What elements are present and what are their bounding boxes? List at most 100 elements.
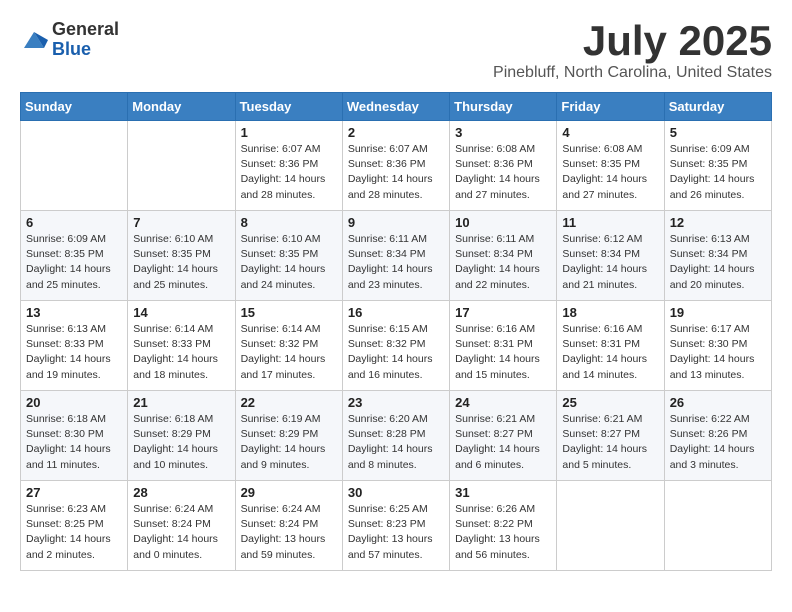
calendar-cell: 24Sunrise: 6:21 AM Sunset: 8:27 PM Dayli… <box>450 391 557 481</box>
calendar-cell: 9Sunrise: 6:11 AM Sunset: 8:34 PM Daylig… <box>342 211 449 301</box>
day-info: Sunrise: 6:11 AM Sunset: 8:34 PM Dayligh… <box>348 232 444 293</box>
day-info: Sunrise: 6:17 AM Sunset: 8:30 PM Dayligh… <box>670 322 766 383</box>
calendar-cell: 15 Sunrise: 6:14 AM Sunset: 8:32 PM Dayli… <box>235 301 342 391</box>
day-number: 3 <box>455 125 551 140</box>
calendar-cell: 25Sunrise: 6:21 AM Sunset: 8:27 PM Dayli… <box>557 391 664 481</box>
day-number: 28 <box>133 485 229 500</box>
calendar-cell: 12 Sunrise: 6:13 AM Sunset: 8:34 PM Dayli… <box>664 211 771 301</box>
day-number: 23 <box>348 395 444 410</box>
day-info: Sunrise: 6:14 AM Sunset: 8:33 PM Dayligh… <box>133 322 229 383</box>
logo: General Blue <box>20 20 119 60</box>
day-number: 1 <box>241 125 337 140</box>
day-info: Sunrise: 6:14 AM Sunset: 8:32 PM Dayligh… <box>241 322 337 383</box>
day-info: Sunrise: 6:16 AM Sunset: 8:31 PM Dayligh… <box>562 322 658 383</box>
title-block: July 2025 Pinebluff, North Carolina, Uni… <box>493 20 772 82</box>
day-number: 15 <box>241 305 337 320</box>
calendar-cell: 20 Sunrise: 6:18 AM Sunset: 8:30 PM Dayli… <box>21 391 128 481</box>
calendar-cell: 21 Sunrise: 6:18 AM Sunset: 8:29 PM Dayli… <box>128 391 235 481</box>
calendar-title: July 2025 <box>493 20 772 62</box>
day-header-tuesday: Tuesday <box>235 93 342 121</box>
logo-icon <box>20 26 48 54</box>
day-number: 21 <box>133 395 229 410</box>
day-number: 25 <box>562 395 658 410</box>
day-info: Sunrise: 6:11 AM Sunset: 8:34 PM Dayligh… <box>455 232 551 293</box>
calendar-cell: 14Sunrise: 6:14 AM Sunset: 8:33 PM Dayli… <box>128 301 235 391</box>
calendar-cell <box>557 481 664 571</box>
calendar-cell <box>21 121 128 211</box>
day-info: Sunrise: 6:07 AM Sunset: 8:36 PM Dayligh… <box>241 142 337 203</box>
day-info: Sunrise: 6:18 AM Sunset: 8:30 PM Dayligh… <box>26 412 122 473</box>
day-number: 7 <box>133 215 229 230</box>
day-header-sunday: Sunday <box>21 93 128 121</box>
calendar-cell: 13 Sunrise: 6:13 AM Sunset: 8:33 PM Dayli… <box>21 301 128 391</box>
day-number: 8 <box>241 215 337 230</box>
day-number: 6 <box>26 215 122 230</box>
day-header-friday: Friday <box>557 93 664 121</box>
day-number: 11 <box>562 215 658 230</box>
day-info: Sunrise: 6:24 AM Sunset: 8:24 PM Dayligh… <box>133 502 229 563</box>
calendar-cell: 3Sunrise: 6:08 AM Sunset: 8:36 PM Daylig… <box>450 121 557 211</box>
day-info: Sunrise: 6:09 AM Sunset: 8:35 PM Dayligh… <box>26 232 122 293</box>
day-info: Sunrise: 6:24 AM Sunset: 8:24 PM Dayligh… <box>241 502 337 563</box>
day-info: Sunrise: 6:16 AM Sunset: 8:31 PM Dayligh… <box>455 322 551 383</box>
day-number: 27 <box>26 485 122 500</box>
calendar-cell: 1 Sunrise: 6:07 AM Sunset: 8:36 PM Daylig… <box>235 121 342 211</box>
day-number: 22 <box>241 395 337 410</box>
day-number: 18 <box>562 305 658 320</box>
day-info: Sunrise: 6:10 AM Sunset: 8:35 PM Dayligh… <box>133 232 229 293</box>
day-number: 30 <box>348 485 444 500</box>
day-number: 31 <box>455 485 551 500</box>
calendar-week-row: 20 Sunrise: 6:18 AM Sunset: 8:30 PM Dayli… <box>21 391 772 481</box>
day-info: Sunrise: 6:25 AM Sunset: 8:23 PM Dayligh… <box>348 502 444 563</box>
calendar-cell: 2 Sunrise: 6:07 AM Sunset: 8:36 PM Daylig… <box>342 121 449 211</box>
day-info: Sunrise: 6:10 AM Sunset: 8:35 PM Dayligh… <box>241 232 337 293</box>
logo-general: General <box>52 20 119 40</box>
calendar-cell: 5 Sunrise: 6:09 AM Sunset: 8:35 PM Daylig… <box>664 121 771 211</box>
calendar-cell: 26 Sunrise: 6:22 AM Sunset: 8:26 PM Dayli… <box>664 391 771 481</box>
calendar-week-row: 27 Sunrise: 6:23 AM Sunset: 8:25 PM Dayli… <box>21 481 772 571</box>
calendar-table: SundayMondayTuesdayWednesdayThursdayFrid… <box>20 92 772 571</box>
calendar-cell: 18 Sunrise: 6:16 AM Sunset: 8:31 PM Dayli… <box>557 301 664 391</box>
calendar-cell: 17 Sunrise: 6:16 AM Sunset: 8:31 PM Dayli… <box>450 301 557 391</box>
calendar-cell: 22 Sunrise: 6:19 AM Sunset: 8:29 PM Dayli… <box>235 391 342 481</box>
day-header-wednesday: Wednesday <box>342 93 449 121</box>
day-info: Sunrise: 6:21 AM Sunset: 8:27 PM Dayligh… <box>455 412 551 473</box>
day-number: 13 <box>26 305 122 320</box>
day-info: Sunrise: 6:22 AM Sunset: 8:26 PM Dayligh… <box>670 412 766 473</box>
calendar-subtitle: Pinebluff, North Carolina, United States <box>493 64 772 82</box>
day-info: Sunrise: 6:13 AM Sunset: 8:33 PM Dayligh… <box>26 322 122 383</box>
day-number: 12 <box>670 215 766 230</box>
calendar-cell: 27 Sunrise: 6:23 AM Sunset: 8:25 PM Dayli… <box>21 481 128 571</box>
day-info: Sunrise: 6:19 AM Sunset: 8:29 PM Dayligh… <box>241 412 337 473</box>
day-header-saturday: Saturday <box>664 93 771 121</box>
day-info: Sunrise: 6:13 AM Sunset: 8:34 PM Dayligh… <box>670 232 766 293</box>
day-header-monday: Monday <box>128 93 235 121</box>
day-header-thursday: Thursday <box>450 93 557 121</box>
day-info: Sunrise: 6:20 AM Sunset: 8:28 PM Dayligh… <box>348 412 444 473</box>
calendar-cell: 28 Sunrise: 6:24 AM Sunset: 8:24 PM Dayli… <box>128 481 235 571</box>
day-number: 2 <box>348 125 444 140</box>
day-number: 17 <box>455 305 551 320</box>
page-header: General Blue July 2025 Pinebluff, North … <box>20 20 772 82</box>
logo-text: General Blue <box>52 20 119 60</box>
calendar-cell: 10Sunrise: 6:11 AM Sunset: 8:34 PM Dayli… <box>450 211 557 301</box>
day-info: Sunrise: 6:09 AM Sunset: 8:35 PM Dayligh… <box>670 142 766 203</box>
day-number: 20 <box>26 395 122 410</box>
day-info: Sunrise: 6:08 AM Sunset: 8:35 PM Dayligh… <box>562 142 658 203</box>
day-info: Sunrise: 6:23 AM Sunset: 8:25 PM Dayligh… <box>26 502 122 563</box>
day-info: Sunrise: 6:18 AM Sunset: 8:29 PM Dayligh… <box>133 412 229 473</box>
day-number: 5 <box>670 125 766 140</box>
day-info: Sunrise: 6:26 AM Sunset: 8:22 PM Dayligh… <box>455 502 551 563</box>
calendar-cell: 4Sunrise: 6:08 AM Sunset: 8:35 PM Daylig… <box>557 121 664 211</box>
day-number: 19 <box>670 305 766 320</box>
calendar-cell: 31 Sunrise: 6:26 AM Sunset: 8:22 PM Dayli… <box>450 481 557 571</box>
calendar-cell: 19 Sunrise: 6:17 AM Sunset: 8:30 PM Dayli… <box>664 301 771 391</box>
calendar-cell: 23 Sunrise: 6:20 AM Sunset: 8:28 PM Dayli… <box>342 391 449 481</box>
day-number: 26 <box>670 395 766 410</box>
day-info: Sunrise: 6:07 AM Sunset: 8:36 PM Dayligh… <box>348 142 444 203</box>
calendar-week-row: 6 Sunrise: 6:09 AM Sunset: 8:35 PM Daylig… <box>21 211 772 301</box>
calendar-cell: 11 Sunrise: 6:12 AM Sunset: 8:34 PM Dayli… <box>557 211 664 301</box>
calendar-header-row: SundayMondayTuesdayWednesdayThursdayFrid… <box>21 93 772 121</box>
day-info: Sunrise: 6:12 AM Sunset: 8:34 PM Dayligh… <box>562 232 658 293</box>
calendar-cell <box>664 481 771 571</box>
